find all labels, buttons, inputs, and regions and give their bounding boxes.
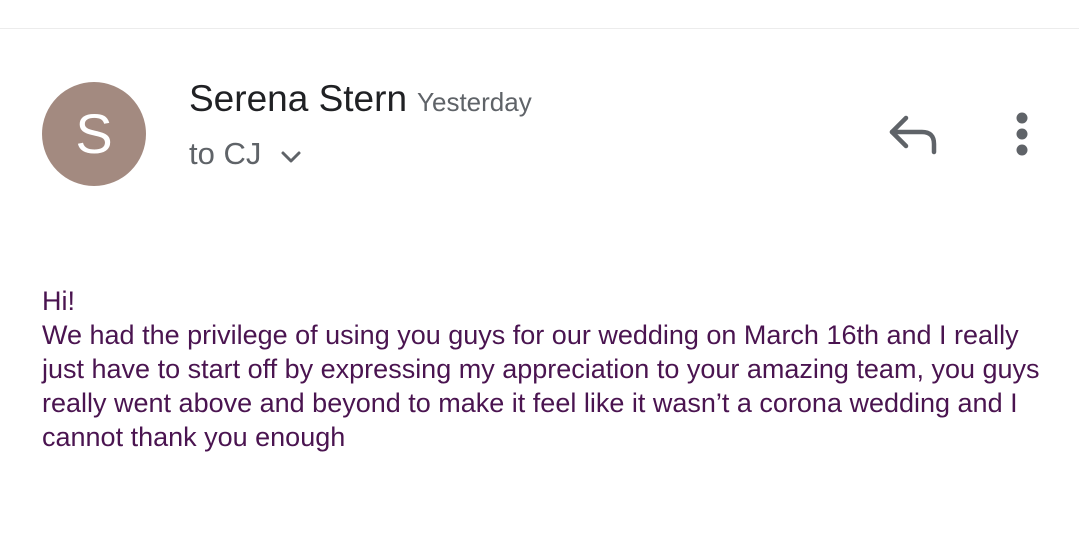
recipient-details-toggle[interactable]: to CJ xyxy=(189,136,303,172)
sender-name[interactable]: Serena Stern xyxy=(189,78,407,119)
top-divider xyxy=(0,28,1079,29)
reply-button[interactable] xyxy=(884,110,940,160)
timestamp: Yesterday xyxy=(417,87,532,117)
more-vert-icon xyxy=(1006,112,1038,164)
email-body-paragraph: We had the privilege of using you guys f… xyxy=(42,320,1040,452)
email-greeting: Hi! xyxy=(42,286,75,316)
email-body: Hi! We had the privilege of using you gu… xyxy=(42,284,1042,454)
chevron-down-icon[interactable] xyxy=(279,146,303,170)
sender-row: Serena Stern Yesterday xyxy=(189,78,532,120)
avatar[interactable]: S xyxy=(42,82,146,186)
more-options-button[interactable] xyxy=(1006,110,1038,160)
recipient-text: to CJ xyxy=(189,136,262,171)
reply-icon xyxy=(884,115,940,164)
